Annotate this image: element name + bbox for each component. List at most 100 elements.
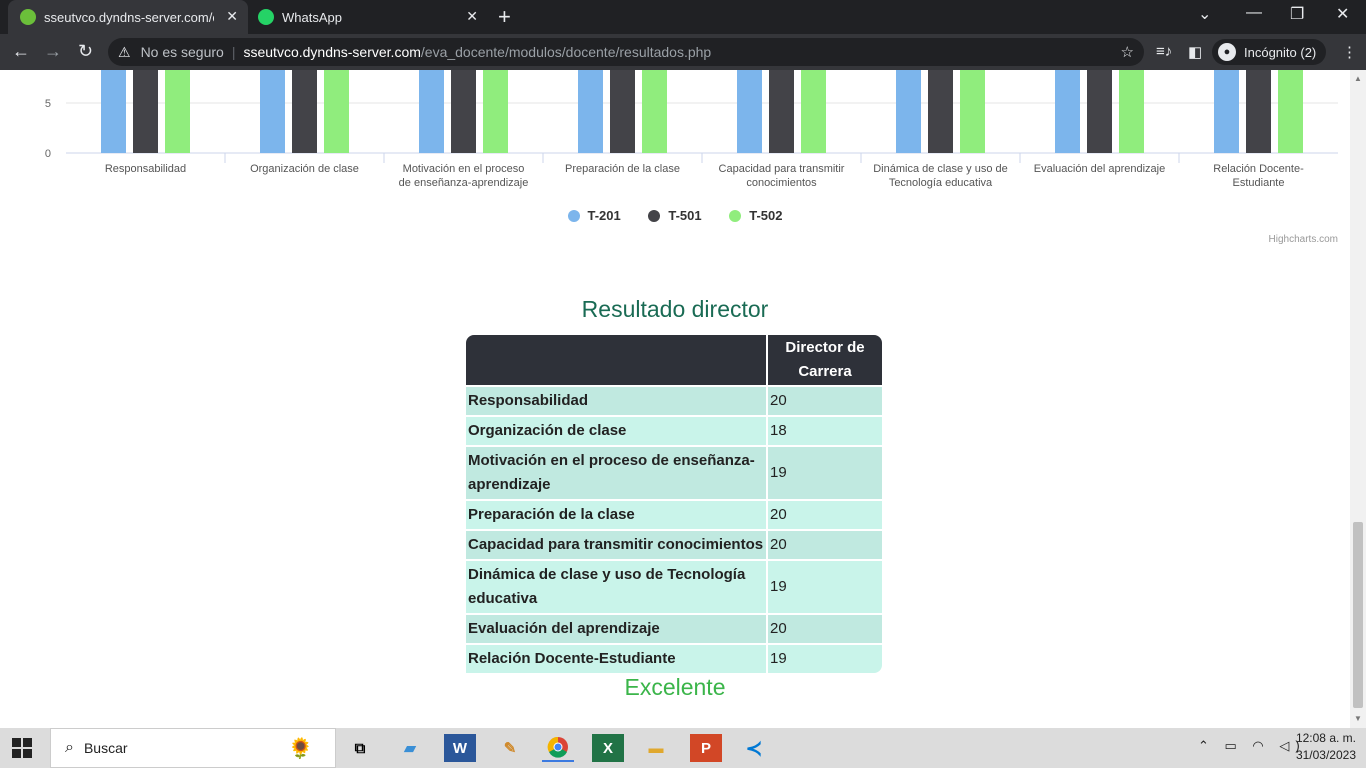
legend-marker: [729, 209, 742, 222]
media-control-icon[interactable]: ≡♪: [1156, 43, 1172, 60]
criterion-score: 20: [768, 613, 882, 643]
whatsapp-icon: [258, 9, 274, 25]
table-row: Organización de clase 18: [466, 415, 882, 445]
x-category-label: Preparación de la clase: [565, 163, 680, 175]
criterion-score: 19: [768, 559, 882, 613]
chart-credits-link[interactable]: Highcharts.com: [1269, 234, 1338, 245]
criterion-label: Responsabilidad: [466, 385, 768, 415]
scrollbar-thumb[interactable]: [1353, 522, 1363, 708]
tab-close-icon[interactable]: ✕: [226, 8, 238, 25]
x-category-label: Organización de clase: [250, 163, 359, 175]
y-tick-label: 0: [45, 148, 51, 160]
table-row: Evaluación del aprendizaje 20: [466, 613, 882, 643]
criterion-label: Relación Docente-Estudiante: [466, 643, 768, 673]
x-category-label: Tecnología educativa: [889, 177, 993, 189]
incognito-label: Incógnito (2): [1244, 44, 1317, 60]
bar-t-502: [801, 70, 826, 153]
tab-search-chevron-icon[interactable]: ⌄: [1198, 4, 1211, 24]
side-panel-icon[interactable]: ◧: [1188, 43, 1202, 61]
chrome-icon[interactable]: [542, 734, 574, 762]
y-tick-label: 5: [45, 98, 51, 110]
bar-t-201: [101, 70, 126, 153]
browser-toolbar: ← → ↻ ⚠ No es seguro | sseutvco.dyndns-s…: [0, 34, 1366, 70]
bar-t-201: [737, 70, 762, 153]
incognito-profile[interactable]: ● Incógnito (2): [1212, 39, 1327, 65]
page-scrollbar[interactable]: ▲ ▼: [1350, 70, 1366, 728]
bar-t-502: [642, 70, 667, 153]
director-results-table: Director de Carrera Responsabilidad 20 O…: [466, 335, 882, 673]
legend-marker: [567, 209, 580, 222]
x-category-label: Motivación en el proceso: [403, 163, 525, 175]
bar-t-501: [133, 70, 158, 153]
browser-menu-icon[interactable]: ⋮: [1342, 43, 1357, 61]
minimize-icon[interactable]: —: [1246, 4, 1262, 22]
table-row: Dinámica de clase y uso de Tecnología ed…: [466, 559, 882, 613]
address-bar[interactable]: ⚠ No es seguro | sseutvco.dyndns-server.…: [108, 38, 1144, 66]
reload-icon[interactable]: ↻: [78, 41, 93, 62]
criterion-score: 20: [768, 529, 882, 559]
paint-icon[interactable]: ✎: [494, 734, 526, 762]
file-explorer-icon[interactable]: ▬: [640, 734, 672, 762]
forward-icon[interactable]: →: [44, 41, 62, 62]
table-row: Motivación en el proceso de enseñanza-ap…: [466, 445, 882, 499]
legend-item-t201[interactable]: T-201: [567, 208, 621, 223]
criterion-label: Motivación en el proceso de enseñanza-ap…: [466, 445, 768, 499]
page-content: 5 0 Responsabilidad Organización de clase Mo…: [0, 70, 1350, 728]
back-icon[interactable]: ←: [12, 41, 30, 62]
bar-t-201: [1055, 70, 1080, 153]
criterion-label: Organización de clase: [466, 415, 768, 445]
x-category-label: conocimientos: [746, 177, 817, 189]
close-window-icon[interactable]: ✕: [1336, 4, 1349, 24]
bar-t-502: [165, 70, 190, 153]
table-row: Capacidad para transmitir conocimientos …: [466, 529, 882, 559]
chrome-logo: [547, 736, 568, 758]
vscode-icon[interactable]: ≺: [738, 734, 770, 762]
tab-close-icon[interactable]: ✕: [466, 8, 478, 25]
scroll-down-icon[interactable]: ▼: [1354, 714, 1362, 723]
table-row: Relación Docente-Estudiante 19: [466, 643, 882, 673]
table-header-director: Director de Carrera: [768, 335, 882, 385]
bar-t-201: [260, 70, 285, 153]
tab-active[interactable]: sseutvco.dyndns-server.com/eva_docente ✕: [8, 0, 248, 34]
bar-t-502: [1278, 70, 1303, 153]
bar-t-501: [1246, 70, 1271, 153]
site-favicon-icon: [20, 9, 36, 25]
bar-t-501: [1087, 70, 1112, 153]
x-category-label: Dinámica de clase y uso de: [873, 163, 1008, 175]
x-category-label: Estudiante: [1233, 177, 1285, 189]
word-icon[interactable]: W: [444, 734, 476, 762]
tab-title: WhatsApp: [282, 9, 342, 25]
powerpoint-icon[interactable]: P: [690, 734, 722, 762]
bar-t-502: [1119, 70, 1144, 153]
windows-taskbar: ⌕ Buscar 🌻 ⧉ ▰ W ✎ X ▬ P ≺ ⌃ ▭ ◠ ◁) 12:0…: [0, 728, 1366, 768]
taskbar-search-box[interactable]: ⌕ Buscar 🌻: [50, 728, 336, 768]
legend-item-t502[interactable]: T-502: [729, 208, 783, 223]
criterion-label: Dinámica de clase y uso de Tecnología ed…: [466, 559, 768, 613]
legend-item-t501[interactable]: T-501: [648, 208, 702, 223]
taskbar-clock[interactable]: 12:08 a. m. 31/03/2023: [1296, 730, 1356, 764]
bar-t-502: [324, 70, 349, 153]
bar-t-501: [928, 70, 953, 153]
tab-whatsapp[interactable]: WhatsApp ✕: [248, 0, 488, 34]
table-row: Responsabilidad 20: [466, 385, 882, 415]
new-tab-icon[interactable]: +: [498, 4, 511, 30]
restore-icon[interactable]: ❐: [1290, 4, 1304, 24]
legend-label: T-501: [668, 208, 702, 223]
file-app-icon[interactable]: ▰: [394, 734, 426, 762]
bar-t-201: [1214, 70, 1239, 153]
excel-icon[interactable]: X: [592, 734, 624, 762]
warning-icon[interactable]: ⚠: [118, 44, 131, 61]
chart-legend: T-201 T-501 T-502: [0, 208, 1350, 225]
windows-start-icon[interactable]: [12, 738, 32, 758]
security-label[interactable]: No es seguro: [141, 44, 224, 60]
x-category-label: Responsabilidad: [105, 163, 186, 175]
bookmark-star-icon[interactable]: ☆: [1121, 43, 1134, 61]
task-view-icon[interactable]: ⧉: [344, 734, 376, 762]
clock-time: 12:08 a. m.: [1295, 731, 1356, 745]
incognito-icon: ●: [1218, 43, 1236, 61]
bar-t-501: [451, 70, 476, 153]
system-tray-icons[interactable]: ⌃ ▭ ◠ ◁): [1198, 738, 1306, 754]
table-header-criterion: [466, 335, 768, 385]
table-header-row: Director de Carrera: [466, 335, 882, 385]
scroll-up-icon[interactable]: ▲: [1354, 74, 1362, 83]
